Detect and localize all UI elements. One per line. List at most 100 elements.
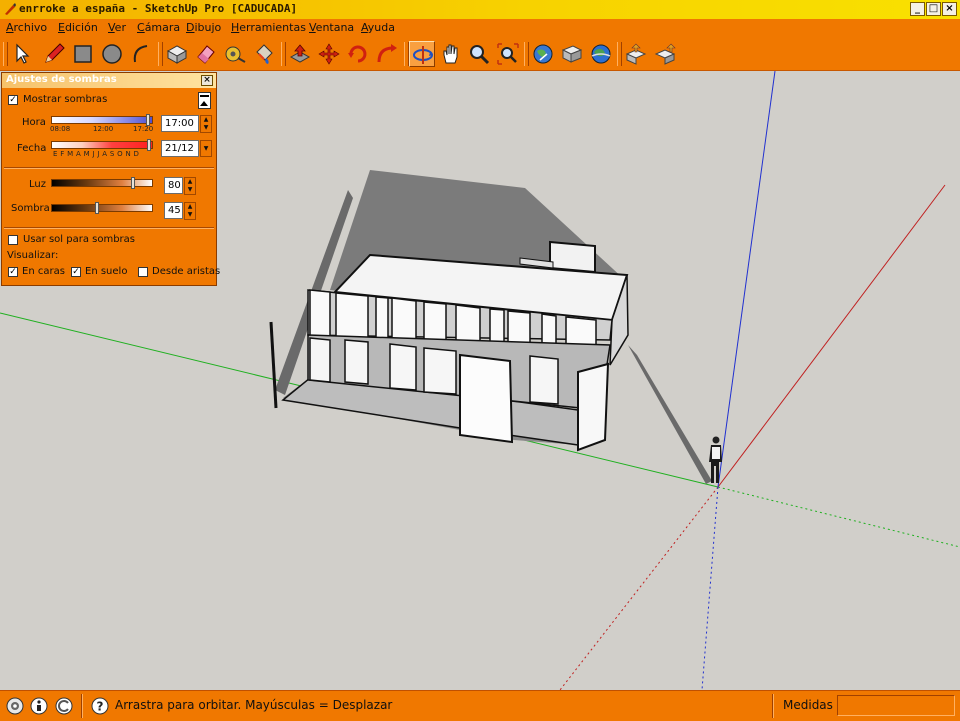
panel-divider [4,167,214,169]
main-toolbar [0,38,960,71]
light-input[interactable]: 80 [164,177,183,194]
menu-ayuda[interactable]: Ayuda [361,21,395,34]
show-shadows-checkbox[interactable]: ✓ [8,95,18,105]
shade-slider[interactable] [51,204,153,212]
toolbar-separator [524,42,529,66]
toolbar-separator [617,42,622,66]
measurements-input[interactable] [837,695,955,716]
rectangle-icon[interactable] [70,41,96,67]
date-slider[interactable] [51,141,153,149]
date-slider-thumb[interactable] [147,139,151,151]
title-bar[interactable]: enrroke a españa - SketchUp Pro [CADUCAD… [0,0,960,19]
push-pull-icon[interactable] [287,41,313,67]
menu-bar: Archivo Edición Ver Cámara Dibujo Herram… [0,19,960,38]
facade-panel [335,292,369,341]
menu-dibujo[interactable]: Dibujo [186,21,221,34]
menu-ventana[interactable]: Ventana [309,21,354,34]
close-button[interactable]: × [942,2,957,16]
svg-text:?: ? [97,700,104,714]
arc-icon[interactable] [128,41,154,67]
light-slider[interactable] [51,179,153,187]
pan-icon[interactable] [438,41,464,67]
rear-tower [549,240,596,274]
panel-divider [4,227,214,229]
shade-label: Sombra [11,203,50,214]
tape-measure-icon[interactable] [222,41,248,67]
from-edges-checkbox[interactable] [138,267,148,277]
facade-panel [391,297,417,345]
shade-spinner[interactable]: ▲ ▼ [184,202,196,220]
facade-panel [344,339,369,385]
google-earth-icon[interactable] [588,41,614,67]
facade-panel [309,289,331,339]
minimize-button[interactable]: _ [910,2,925,16]
toolbar-separator [158,42,163,66]
get-models-icon[interactable] [530,41,556,67]
import-icon[interactable] [623,41,649,67]
shadow-settings-panel: Ajustes de sombras × ✓ Mostrar sombras H… [1,72,220,286]
blue-axis-negative [701,486,719,690]
status-separator [772,694,774,718]
time-slider[interactable] [51,116,153,124]
facade-panel [309,337,331,383]
time-spinner[interactable]: ▲ ▼ [200,115,212,133]
window-title: enrroke a españa - SketchUp Pro [CADUCAD… [19,2,298,15]
move-icon[interactable] [316,41,342,67]
blue-axis [717,71,776,488]
time-label: Hora [22,117,46,128]
panel-close-button[interactable]: × [201,75,213,86]
red-axis-negative [559,486,719,690]
menu-camara[interactable]: Cámara [137,21,180,34]
time-tick-mid: 12:00 [93,125,114,133]
zoom-extents-icon[interactable] [495,41,521,67]
light-slider-thumb[interactable] [131,177,135,189]
credits-icon[interactable] [29,696,49,716]
date-input[interactable]: 21/12 [161,140,199,157]
shade-input[interactable]: 45 [164,202,183,219]
post-shadow [628,345,712,484]
make-component-icon[interactable] [164,41,190,67]
geo-location-icon[interactable] [5,696,25,716]
eraser-icon[interactable] [193,41,219,67]
rotate-icon[interactable] [345,41,371,67]
menu-edicion[interactable]: Edición [58,21,98,34]
time-tick-end: 17:20 [133,125,154,133]
circle-icon[interactable] [99,41,125,67]
status-separator [81,694,83,718]
status-bar: ? Arrastra para orbitar. Mayúsculas = De… [0,690,960,721]
restore-button[interactable]: □ [926,2,941,16]
toolbar-separator [281,42,286,66]
time-input[interactable]: 17:00 [161,115,199,132]
green-axis-negative [717,486,960,548]
on-faces-checkbox[interactable]: ✓ [8,267,18,277]
share-model-icon[interactable] [559,41,585,67]
date-dropdown-button[interactable]: ▼ [200,140,212,157]
menu-ver[interactable]: Ver [108,21,126,34]
toolbar-grip[interactable] [3,42,8,66]
panel-header[interactable]: Ajustes de sombras × [2,73,216,88]
orbit-icon[interactable] [409,41,435,67]
shade-slider-thumb[interactable] [95,202,99,214]
use-sun-label: Usar sol para sombras [23,234,135,245]
select-icon[interactable] [9,41,35,67]
panel-title: Ajustes de sombras [6,74,117,85]
help-icon[interactable]: ? [90,696,110,716]
follow-me-icon[interactable] [374,41,400,67]
panel-collapse-button[interactable] [198,92,211,109]
measurements-label: Medidas [783,698,833,712]
light-label: Luz [29,179,46,190]
paint-bucket-icon[interactable] [251,41,277,67]
facade-panel [423,347,457,395]
use-sun-checkbox[interactable] [8,235,18,245]
date-label: Fecha [17,143,47,154]
pencil-icon[interactable] [41,41,67,67]
scale-figure [709,436,722,483]
export-icon[interactable] [652,41,678,67]
light-spinner[interactable]: ▲ ▼ [184,177,196,195]
zoom-icon[interactable] [466,41,492,67]
user-icon[interactable] [54,696,74,716]
menu-herramientas[interactable]: Herramientas [231,21,306,34]
on-ground-checkbox[interactable]: ✓ [71,267,81,277]
front-wall [459,353,514,444]
menu-archivo[interactable]: Archivo [6,21,47,34]
